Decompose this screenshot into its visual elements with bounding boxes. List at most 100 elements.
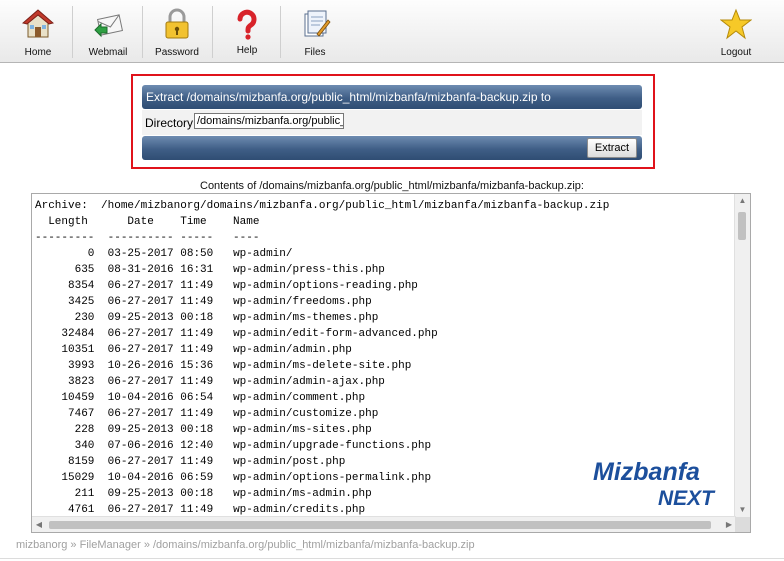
archive-listing-text: Archive: /home/mizbanorg/domains/mizbanf… xyxy=(35,198,609,518)
row-length: 8159 xyxy=(35,456,95,468)
row-name: wp-admin/ms-admin.php xyxy=(233,488,372,500)
extract-title: Extract /domains/mizbanfa.org/public_htm… xyxy=(146,90,551,104)
row-name: wp-admin/admin.php xyxy=(233,344,352,356)
row-date: 10-26-2016 xyxy=(107,360,174,372)
listing-header: Length Date Time Name xyxy=(35,216,260,228)
row-length: 7467 xyxy=(35,408,95,420)
files-button[interactable]: Files xyxy=(286,0,344,62)
help-button[interactable]: Help xyxy=(218,0,276,62)
row-time: 00:18 xyxy=(180,312,214,324)
webmail-label: Webmail xyxy=(88,47,128,58)
row-time: 11:49 xyxy=(180,504,214,516)
password-label: Password xyxy=(155,47,199,58)
webmail-button[interactable]: Webmail xyxy=(80,0,136,62)
logout-button[interactable]: Logout xyxy=(708,0,764,62)
row-date: 09-25-2013 xyxy=(107,424,174,436)
home-label: Home xyxy=(24,47,52,58)
row-name: wp-admin/comment.php xyxy=(233,392,366,404)
top-toolbar: Home Webmail Password Help Files Logout xyxy=(0,0,784,63)
breadcrumb-root-link[interactable]: mizbanorg xyxy=(16,539,67,551)
row-date: 06-27-2017 xyxy=(107,296,174,308)
extract-action-bar: Extract xyxy=(142,136,642,160)
vertical-scroll-thumb[interactable] xyxy=(738,212,746,240)
table-row: 10351 06-27-2017 11:49 wp-admin/admin.ph… xyxy=(35,344,352,356)
table-row: 635 08-31-2016 16:31 wp-admin/press-this… xyxy=(35,264,385,276)
directory-row: Directory: /domains/mizbanfa.org/public_… xyxy=(142,110,642,135)
directory-input[interactable]: /domains/mizbanfa.org/public_html/mizban… xyxy=(194,113,344,129)
row-date: 08-31-2016 xyxy=(107,264,174,276)
table-row: 228 09-25-2013 00:18 wp-admin/ms-sites.p… xyxy=(35,424,372,436)
extract-button[interactable]: Extract xyxy=(587,138,637,158)
table-row: 3823 06-27-2017 11:49 wp-admin/admin-aja… xyxy=(35,376,385,388)
row-length: 228 xyxy=(35,424,95,436)
row-length: 0 xyxy=(35,248,95,260)
row-time: 00:18 xyxy=(180,488,214,500)
row-date: 07-06-2016 xyxy=(107,440,174,452)
row-length: 32484 xyxy=(35,328,95,340)
row-time: 11:49 xyxy=(180,328,214,340)
row-length: 4761 xyxy=(35,504,95,516)
home-button[interactable]: Home xyxy=(10,0,66,62)
scroll-up-icon[interactable]: ▲ xyxy=(735,194,750,208)
row-date: 06-27-2017 xyxy=(107,456,174,468)
row-name: wp-admin/customize.php xyxy=(233,408,379,420)
files-icon xyxy=(304,10,331,37)
row-length: 8354 xyxy=(35,280,95,292)
horizontal-scroll-thumb[interactable] xyxy=(49,521,711,529)
password-button[interactable]: Password xyxy=(148,0,206,62)
table-row: 15029 10-04-2016 06:59 wp-admin/options-… xyxy=(35,472,431,484)
archive-line: Archive: /home/mizbanorg/domains/mizbanf… xyxy=(35,200,610,212)
mizbanfa-logo: Mizbanfa NEXT xyxy=(593,458,716,510)
row-name: wp-admin/post.php xyxy=(233,456,346,468)
logout-label: Logout xyxy=(720,47,752,58)
scroll-right-icon[interactable]: ▶ xyxy=(722,517,736,532)
row-time: 16:31 xyxy=(180,264,214,276)
mail-icon xyxy=(94,14,124,38)
row-date: 06-27-2017 xyxy=(107,280,174,292)
row-date: 06-27-2017 xyxy=(107,376,174,388)
table-row: 230 09-25-2013 00:18 wp-admin/ms-themes.… xyxy=(35,312,379,324)
breadcrumb-path-link[interactable]: /domains/mizbanfa.org/public_html/mizban… xyxy=(153,539,475,551)
question-icon xyxy=(237,9,257,40)
footer-divider xyxy=(0,558,784,559)
scroll-left-icon[interactable]: ◀ xyxy=(32,517,46,532)
row-length: 3993 xyxy=(35,360,95,372)
row-time: 06:54 xyxy=(180,392,214,404)
row-date: 10-04-2016 xyxy=(107,392,174,404)
row-name: wp-admin/edit-form-advanced.php xyxy=(233,328,438,340)
table-row: 3425 06-27-2017 11:49 wp-admin/freedoms.… xyxy=(35,296,372,308)
row-name: wp-admin/credits.php xyxy=(233,504,366,516)
row-name: wp-admin/ms-delete-site.php xyxy=(233,360,412,372)
listing-rule: --------- ---------- ----- ---- xyxy=(35,232,260,244)
extract-title-bar: Extract /domains/mizbanfa.org/public_htm… xyxy=(142,85,642,109)
row-length: 340 xyxy=(35,440,95,452)
row-name: wp-admin/options-permalink.php xyxy=(233,472,432,484)
table-row: 0 03-25-2017 08:50 wp-admin/ xyxy=(35,248,293,260)
row-name: wp-admin/upgrade-functions.php xyxy=(233,440,432,452)
table-row: 8159 06-27-2017 11:49 wp-admin/post.php xyxy=(35,456,345,468)
scroll-down-icon[interactable]: ▼ xyxy=(735,503,750,517)
table-row: 211 09-25-2013 00:18 wp-admin/ms-admin.p… xyxy=(35,488,372,500)
row-name: wp-admin/press-this.php xyxy=(233,264,385,276)
row-length: 230 xyxy=(35,312,95,324)
row-name: wp-admin/freedoms.php xyxy=(233,296,372,308)
table-row: 3993 10-26-2016 15:36 wp-admin/ms-delete… xyxy=(35,360,411,372)
row-time: 15:36 xyxy=(180,360,214,372)
logo-line1: Mizbanfa xyxy=(593,458,700,486)
table-row: 7467 06-27-2017 11:49 wp-admin/customize… xyxy=(35,408,378,420)
table-row: 4761 06-27-2017 11:49 wp-admin/credits.p… xyxy=(35,504,365,516)
breadcrumb-filemanager-link[interactable]: FileManager xyxy=(80,539,141,551)
row-name: wp-admin/admin-ajax.php xyxy=(233,376,385,388)
row-length: 10459 xyxy=(35,392,95,404)
help-label: Help xyxy=(236,45,258,56)
home-icon xyxy=(22,9,54,38)
breadcrumb: mizbanorg » FileManager » /domains/mizba… xyxy=(16,539,475,551)
row-time: 00:18 xyxy=(180,424,214,436)
row-date: 06-27-2017 xyxy=(107,344,174,356)
row-time: 11:49 xyxy=(180,456,214,468)
row-time: 08:50 xyxy=(180,248,214,260)
vertical-scrollbar[interactable]: ▲ ▼ xyxy=(734,194,750,517)
toolbar-separator xyxy=(142,6,143,58)
horizontal-scrollbar[interactable]: ◀ ▶ xyxy=(32,516,736,532)
star-icon xyxy=(720,8,752,40)
